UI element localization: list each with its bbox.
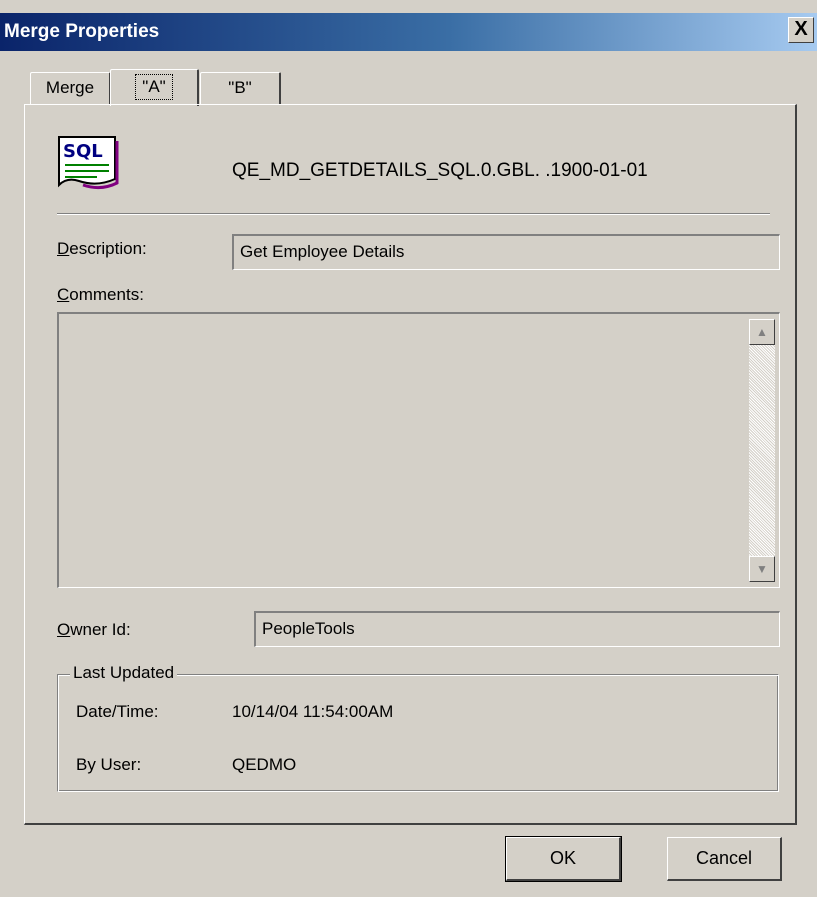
arrow-up-icon: ▲ <box>756 325 768 339</box>
tab-b-label: "B" <box>228 78 252 97</box>
datetime-label: Date/Time: <box>76 702 159 721</box>
tab-a[interactable]: "A" <box>110 69 199 106</box>
owner-id-label: Owner Id: <box>57 620 131 639</box>
tab-b[interactable]: "B" <box>200 72 281 105</box>
merge-properties-dialog: Merge Properties X Merge "A" "B" SQL QE_… <box>0 0 817 897</box>
close-icon: X <box>794 18 808 40</box>
comments-label: Comments: <box>57 285 144 304</box>
by-user-label: By User: <box>76 755 142 774</box>
cancel-button[interactable]: Cancel <box>667 837 782 881</box>
object-name: QE_MD_GETDETAILS_SQL.0.GBL. .1900-01-01 <box>232 160 648 181</box>
last-updated-group <box>57 674 779 792</box>
last-updated-legend: Last Updated <box>70 663 178 683</box>
description-field[interactable]: Get Employee Details <box>232 234 780 270</box>
sql-object-icon: SQL <box>58 136 119 190</box>
ok-button[interactable]: OK <box>505 836 622 882</box>
sql-icon-label: SQL <box>63 141 103 162</box>
datetime-value: 10/14/04 11:54:00AM <box>232 702 394 721</box>
comments-textarea[interactable]: ▲ ▼ <box>57 312 780 588</box>
tab-a-label: "A" <box>135 74 173 100</box>
scroll-down-button[interactable]: ▼ <box>749 556 775 582</box>
owner-id-field[interactable]: PeopleTools <box>254 611 780 647</box>
close-button[interactable]: X <box>788 17 814 43</box>
window-title: Merge Properties <box>4 21 160 42</box>
tab-merge[interactable]: Merge <box>30 72 111 105</box>
comments-scrollbar[interactable]: ▲ ▼ <box>749 319 775 582</box>
title-bar[interactable]: Merge Properties X <box>0 13 817 51</box>
separator <box>57 213 770 215</box>
tab-merge-label: Merge <box>45 78 95 97</box>
arrow-down-icon: ▼ <box>756 562 768 576</box>
scroll-up-button[interactable]: ▲ <box>749 319 775 345</box>
by-user-value: QEDMO <box>232 755 297 774</box>
description-label: Description: <box>57 239 147 258</box>
